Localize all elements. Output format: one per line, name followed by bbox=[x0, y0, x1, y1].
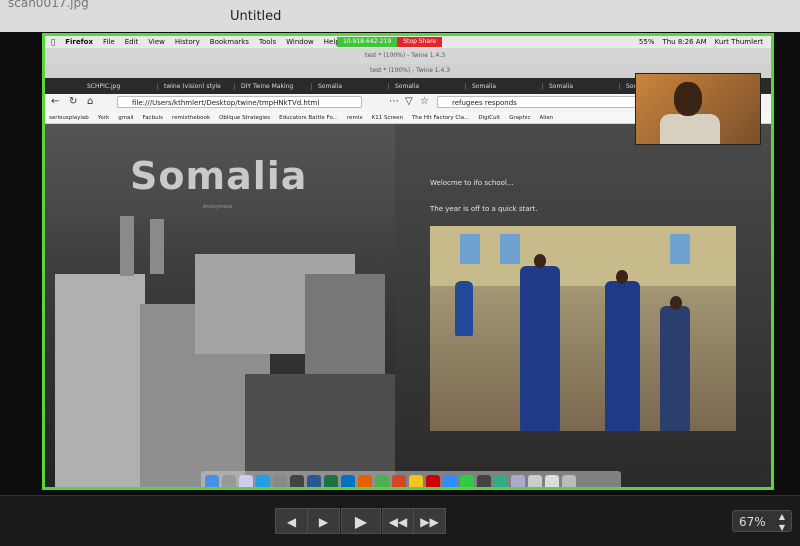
step-forward-button[interactable]: ▶ bbox=[307, 508, 340, 534]
twine-window-1: test * (100%) - Twine 1.4.3 bbox=[45, 48, 771, 65]
twine-window-2-title: test * (100%) - Twine 1.4.3 bbox=[370, 67, 451, 74]
pocket-icon[interactable]: ▽ bbox=[405, 96, 413, 107]
screen-share-bar: 10.918-642-219 Stop Share bbox=[337, 37, 443, 47]
chevron-updown-icon: ▲ ▼ bbox=[778, 512, 785, 532]
word-icon[interactable] bbox=[307, 475, 321, 487]
twine-window-1-title: test * (100%) - Twine 1.4.3 bbox=[365, 52, 446, 59]
menu-bookmarks[interactable]: Bookmarks bbox=[210, 38, 249, 46]
menu-view[interactable]: View bbox=[148, 38, 165, 46]
viewer-titlebar: scan0017.jpg Untitled bbox=[0, 0, 800, 33]
back-arrow-icon[interactable]: ← bbox=[51, 96, 59, 107]
photo-credit: Anonymous bbox=[203, 204, 233, 210]
tab-5[interactable]: Somalia bbox=[389, 82, 466, 90]
trash-icon[interactable] bbox=[562, 475, 576, 487]
powerpoint-icon[interactable] bbox=[392, 475, 406, 487]
bookmark-11[interactable]: DigiCult bbox=[478, 115, 500, 121]
menu-window[interactable]: Window bbox=[286, 38, 314, 46]
folder-icon[interactable] bbox=[528, 475, 542, 487]
activity-icon[interactable] bbox=[290, 475, 304, 487]
bookmark-3[interactable]: gmail bbox=[118, 115, 133, 121]
stack-icon[interactable] bbox=[545, 475, 559, 487]
tab-4[interactable]: Somalia bbox=[312, 82, 389, 90]
bookmark-13[interactable]: Alien bbox=[540, 115, 554, 121]
window-icon[interactable] bbox=[511, 475, 525, 487]
play-button[interactable]: ▶ bbox=[341, 508, 381, 534]
reload-icon[interactable]: ↻ bbox=[69, 96, 77, 107]
excel-icon[interactable] bbox=[324, 475, 338, 487]
step-back-button[interactable]: ◀ bbox=[275, 508, 308, 534]
bookmark-7[interactable]: Educators Battle Fo... bbox=[279, 115, 338, 121]
apple-icon[interactable]:  bbox=[51, 38, 55, 46]
tab-6[interactable]: Somalia bbox=[466, 82, 543, 90]
bookmark-2[interactable]: York bbox=[98, 115, 109, 121]
filename-label: scan0017.jpg bbox=[8, 0, 89, 10]
menu-app-firefox[interactable]: Firefox bbox=[65, 38, 93, 46]
page-title: Somalia bbox=[130, 154, 308, 198]
zoom-icon[interactable] bbox=[443, 475, 457, 487]
home-icon[interactable]: ⌂ bbox=[87, 96, 93, 107]
mac-dock bbox=[201, 471, 621, 487]
settings-icon[interactable] bbox=[273, 475, 287, 487]
bookmark-5[interactable]: remixthebook bbox=[172, 115, 210, 121]
firefox-icon[interactable] bbox=[358, 475, 372, 487]
search-input[interactable]: refugees responds bbox=[437, 96, 637, 108]
tab-3[interactable]: DIY Twine Making bbox=[235, 82, 312, 90]
zoom-value: 67% bbox=[739, 515, 766, 529]
bookmark-1[interactable]: seriousplaylab bbox=[49, 115, 89, 121]
bookmark-9[interactable]: K11 Screen bbox=[372, 115, 403, 121]
story-line-1: Welocme to ifo school... bbox=[430, 179, 514, 187]
screen-share-frame:  Firefox File Edit View History Bookmar… bbox=[42, 33, 774, 490]
clock-label[interactable]: Thu 8:26 AM bbox=[662, 38, 706, 46]
green-app-icon[interactable] bbox=[494, 475, 508, 487]
story-line-2: The year is off to a quick start. bbox=[430, 205, 538, 213]
tab-2[interactable]: twine (vision) style bbox=[158, 82, 235, 90]
zoom-select[interactable]: 67% ▲ ▼ bbox=[732, 510, 792, 532]
facetime-icon[interactable] bbox=[460, 475, 474, 487]
url-bar[interactable]: file:///Users/kthmlert/Desktop/twine/tmp… bbox=[117, 96, 362, 108]
user-label[interactable]: Kurt Thumlert bbox=[715, 38, 763, 46]
launchpad-icon[interactable] bbox=[222, 475, 236, 487]
webcam-overlay bbox=[635, 73, 761, 145]
meeting-id-label[interactable]: 10.918-642-219 bbox=[337, 37, 398, 47]
notes-icon[interactable] bbox=[409, 475, 423, 487]
outlook-icon[interactable] bbox=[341, 475, 355, 487]
menu-file[interactable]: File bbox=[103, 38, 115, 46]
bookmark-10[interactable]: The Hit Factory Cla... bbox=[412, 115, 469, 121]
bookmark-12[interactable]: Graphic bbox=[509, 115, 530, 121]
chrome-icon[interactable] bbox=[375, 475, 389, 487]
window-title: Untitled bbox=[230, 9, 282, 24]
twine-story-page: Somalia Anonymous Welocme to ifo school.… bbox=[45, 124, 771, 487]
skip-forward-button[interactable]: ▶▶ bbox=[413, 508, 446, 534]
skype-icon[interactable] bbox=[256, 475, 270, 487]
menu-history[interactable]: History bbox=[175, 38, 200, 46]
tab-1[interactable]: SCHPIC.jpg bbox=[81, 82, 158, 90]
viewer-controls: ◀ ▶ ▶ ◀◀ ▶▶ 67% ▲ ▼ bbox=[0, 495, 800, 546]
menu-edit[interactable]: Edit bbox=[125, 38, 139, 46]
finder-icon[interactable] bbox=[205, 475, 219, 487]
stop-share-button[interactable]: Stop Share bbox=[397, 37, 443, 47]
preview-icon[interactable] bbox=[239, 475, 253, 487]
bookmark-4[interactable]: Facbuls bbox=[143, 115, 163, 121]
acrobat-icon[interactable] bbox=[426, 475, 440, 487]
more-icon[interactable]: ⋯ bbox=[389, 96, 399, 107]
app-icon[interactable] bbox=[477, 475, 491, 487]
bookmark-6[interactable]: Oblique Strategies bbox=[219, 115, 270, 121]
classroom-photo bbox=[430, 226, 736, 431]
tab-7[interactable]: Somalia bbox=[543, 82, 620, 90]
battery-label[interactable]: 55% bbox=[639, 38, 655, 46]
bookmark-8[interactable]: remix bbox=[347, 115, 363, 121]
skip-back-button[interactable]: ◀◀ bbox=[382, 508, 414, 534]
star-icon[interactable]: ☆ bbox=[420, 96, 429, 107]
menu-tools[interactable]: Tools bbox=[259, 38, 276, 46]
